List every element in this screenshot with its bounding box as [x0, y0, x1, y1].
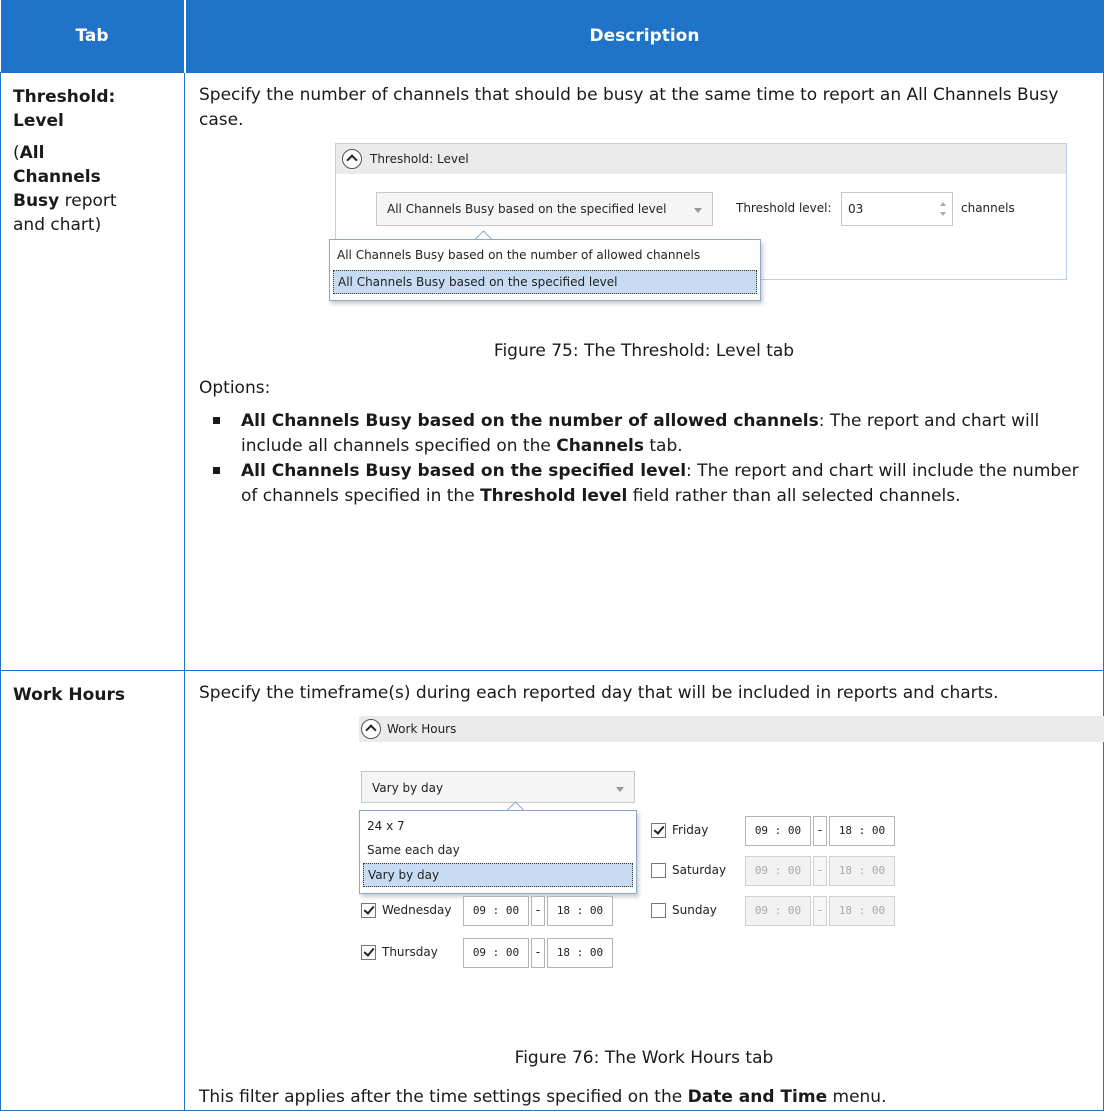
- header-tab: Tab: [0, 0, 186, 73]
- time-separator: -: [813, 856, 827, 886]
- tab-note: (All Channels Busy report and chart): [13, 143, 117, 235]
- options-label: Options:: [199, 378, 271, 398]
- work-hours-mode-value: Vary by day: [372, 781, 444, 795]
- figure-76-caption: Figure 76: The Work Hours tab: [514, 1048, 774, 1068]
- description-cell-threshold-level: Specify the number of channels that shou…: [184, 72, 1104, 671]
- option-allowed-channels[interactable]: All Channels Busy based on the number of…: [333, 244, 757, 266]
- collapse-chevron-icon[interactable]: [361, 719, 381, 739]
- work-hours-mode-options: 24 x 7 Same each day Vary by day: [359, 810, 637, 894]
- description-table: Tab Description Threshold: Level (All Chan…: [0, 0, 1104, 1111]
- threshold-intro: Specify the number of channels that shou…: [199, 85, 1059, 130]
- threshold-mode-options: All Channels Busy based on the number of…: [329, 239, 761, 301]
- tab-name-work-hours: Work Hours: [13, 685, 125, 705]
- stepper-up-icon[interactable]: [940, 202, 946, 206]
- work-hours-intro: Specify the timeframe(s) during each rep…: [199, 683, 999, 703]
- work-hours-footer: This filter applies after the time setti…: [199, 1087, 887, 1107]
- work-hours-screenshot: Work Hours Vary by day 24 x 7 Same each …: [359, 716, 1104, 1046]
- friday-label: Friday: [672, 823, 709, 837]
- threshold-section-title: Threshold: Level: [370, 152, 469, 166]
- sunday-label: Sunday: [672, 903, 717, 917]
- tab-name-level: Level: [13, 111, 64, 131]
- bullet-icon: [213, 467, 220, 474]
- channels-unit-label: channels: [961, 201, 1015, 215]
- dropdown-arrow-icon[interactable]: [694, 208, 702, 213]
- sunday-end-time: 18 : 00: [829, 896, 895, 926]
- collapse-chevron-icon[interactable]: [342, 149, 362, 169]
- friday-checkbox[interactable]: [651, 823, 666, 838]
- time-separator: -: [813, 816, 827, 846]
- time-separator: -: [531, 938, 545, 968]
- friday-end-time[interactable]: 18 : 00: [829, 816, 895, 846]
- wednesday-checkbox[interactable]: [361, 903, 376, 918]
- wednesday-label: Wednesday: [382, 903, 452, 917]
- threshold-section-header[interactable]: Threshold: Level: [336, 144, 1066, 174]
- work-hours-section-title: Work Hours: [387, 722, 457, 736]
- friday-start-time[interactable]: 09 : 00: [745, 816, 811, 846]
- dropdown-arrow-icon[interactable]: [616, 787, 624, 792]
- list-item: All Channels Busy based on the specified…: [199, 459, 1089, 509]
- option-24x7[interactable]: 24 x 7: [363, 815, 633, 837]
- option-vary-by-day[interactable]: Vary by day: [363, 863, 633, 887]
- list-item: All Channels Busy based on the number of…: [199, 409, 1089, 459]
- saturday-end-time: 18 : 00: [829, 856, 895, 886]
- description-cell-work-hours: Specify the timeframe(s) during each rep…: [184, 670, 1104, 1111]
- thursday-start-time[interactable]: 09 : 00: [463, 938, 529, 968]
- table-header-row: Tab Description: [0, 0, 1104, 73]
- thursday-label: Thursday: [382, 945, 438, 959]
- threshold-level-stepper[interactable]: 03: [841, 192, 953, 226]
- saturday-label: Saturday: [672, 863, 727, 877]
- table-row-threshold-level: Threshold: Level (All Channels Busy report a…: [0, 72, 1104, 671]
- option-specified-level[interactable]: All Channels Busy based on the specified…: [333, 270, 757, 294]
- threshold-level-label: Threshold level:: [736, 201, 832, 215]
- tab-name-threshold: Threshold:: [13, 87, 116, 107]
- threshold-level-screenshot: Threshold: Level All Channels Busy based…: [329, 143, 1069, 333]
- work-hours-section-header[interactable]: Work Hours: [359, 716, 1104, 742]
- figure-75-caption: Figure 75: The Threshold: Level tab: [493, 341, 795, 361]
- work-hours-mode-dropdown[interactable]: Vary by day: [361, 771, 635, 803]
- thursday-checkbox[interactable]: [361, 945, 376, 960]
- tab-cell-work-hours: Work Hours: [0, 670, 185, 1111]
- threshold-mode-value: All Channels Busy based on the specified…: [387, 202, 667, 216]
- wednesday-end-time[interactable]: 18 : 00: [547, 896, 613, 926]
- time-separator: -: [531, 896, 545, 926]
- header-description: Description: [184, 0, 1104, 73]
- threshold-level-value[interactable]: 03: [848, 201, 863, 217]
- sunday-checkbox[interactable]: [651, 903, 666, 918]
- bullet-icon: [213, 417, 220, 424]
- wednesday-start-time[interactable]: 09 : 00: [463, 896, 529, 926]
- time-separator: -: [813, 896, 827, 926]
- tab-cell-threshold-level: Threshold: Level (All Channels Busy report a…: [0, 72, 185, 671]
- saturday-checkbox[interactable]: [651, 863, 666, 878]
- saturday-start-time: 09 : 00: [745, 856, 811, 886]
- sunday-start-time: 09 : 00: [745, 896, 811, 926]
- options-list: All Channels Busy based on the number of…: [199, 409, 1089, 509]
- table-row-work-hours: Work Hours Specify the timeframe(s) duri…: [0, 670, 1104, 1111]
- threshold-mode-dropdown[interactable]: All Channels Busy based on the specified…: [376, 192, 713, 226]
- option-same-each-day[interactable]: Same each day: [363, 839, 633, 861]
- stepper-down-icon[interactable]: [940, 212, 946, 216]
- thursday-end-time[interactable]: 18 : 00: [547, 938, 613, 968]
